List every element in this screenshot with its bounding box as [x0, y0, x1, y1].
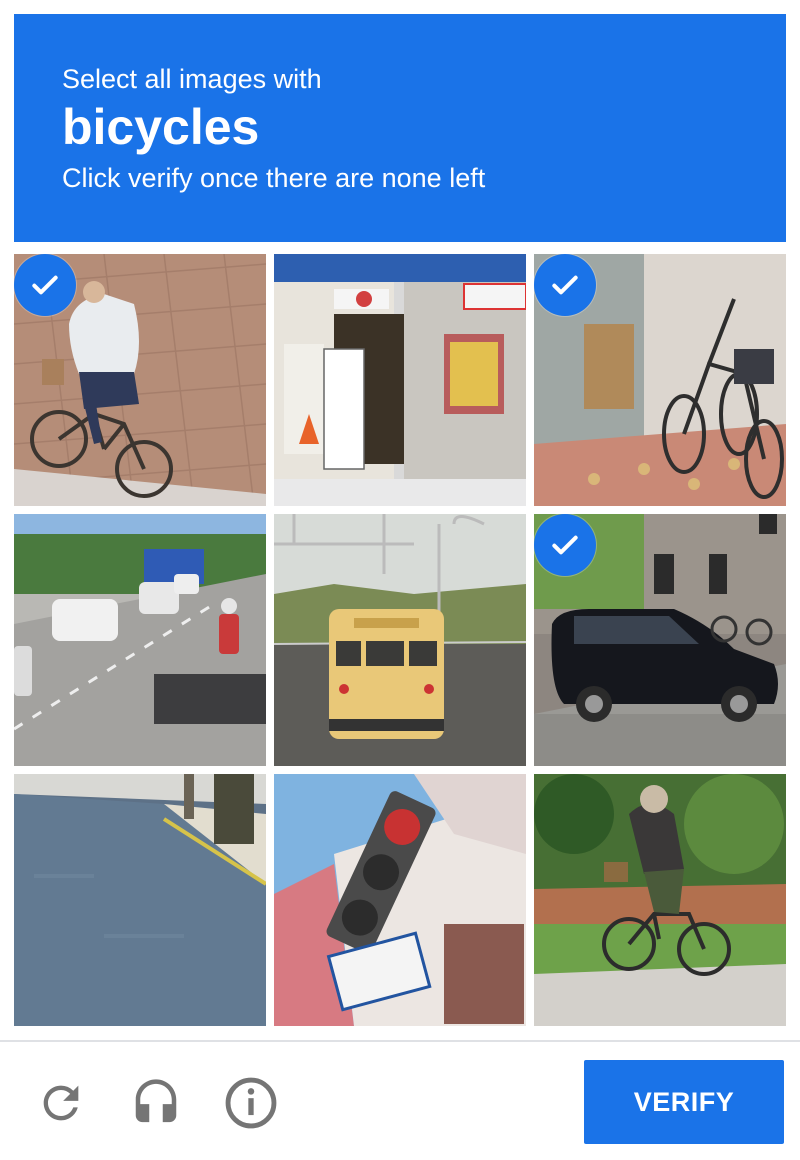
verify-button[interactable]: VERIFY — [584, 1060, 784, 1144]
image-grid — [14, 254, 786, 1026]
reload-icon[interactable] — [32, 1074, 90, 1132]
tile-image — [14, 514, 266, 766]
footer-divider — [0, 1040, 800, 1042]
image-tile-1[interactable] — [14, 254, 266, 506]
tile-image — [274, 774, 526, 1026]
tile-image — [14, 774, 266, 1026]
image-tile-7[interactable] — [14, 774, 266, 1026]
image-tile-5[interactable] — [274, 514, 526, 766]
instruction-text: Select all images with — [62, 64, 322, 94]
image-tile-8[interactable] — [274, 774, 526, 1026]
image-tile-6[interactable] — [534, 514, 786, 766]
image-tile-3[interactable] — [534, 254, 786, 506]
info-icon[interactable] — [222, 1074, 280, 1132]
selected-check-icon — [534, 254, 596, 316]
tile-image — [274, 514, 526, 766]
hint-text: Click verify once there are none left — [62, 163, 486, 193]
target-keyword: bicycles — [62, 99, 260, 155]
tile-image — [274, 254, 526, 506]
image-tile-9[interactable] — [534, 774, 786, 1026]
selected-check-icon — [534, 514, 596, 576]
image-tile-2[interactable] — [274, 254, 526, 506]
captcha-challenge: Select all images with bicycles Click ve… — [0, 0, 800, 1160]
image-tile-4[interactable] — [14, 514, 266, 766]
headphones-icon[interactable] — [127, 1074, 185, 1132]
tile-image — [534, 774, 786, 1026]
challenge-header: Select all images with bicycles Click ve… — [14, 14, 786, 242]
selected-check-icon — [14, 254, 76, 316]
